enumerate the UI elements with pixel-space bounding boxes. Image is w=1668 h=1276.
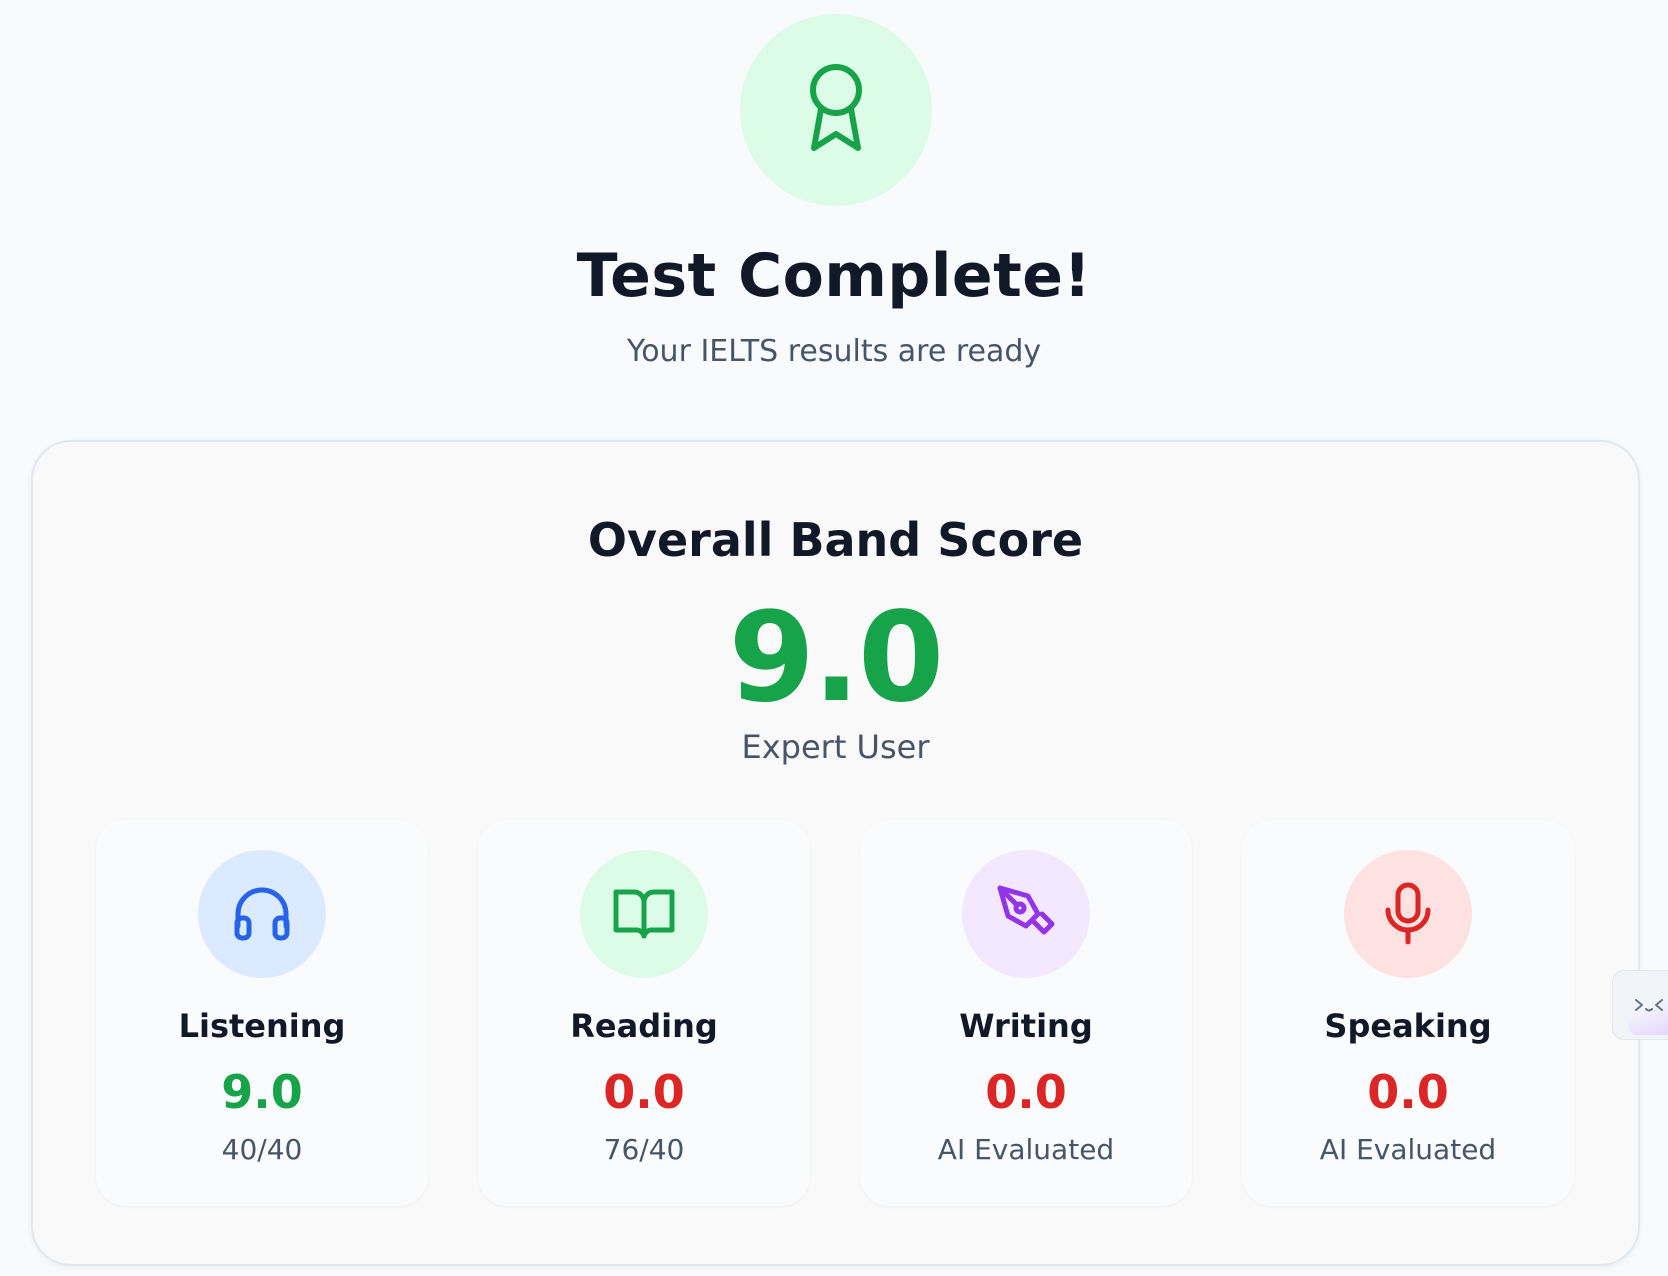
pen-tool-icon: [997, 885, 1055, 935]
results-card: Overall Band Score 9.0 Expert User Liste…: [31, 440, 1640, 1266]
side-panel-toggle[interactable]: [1612, 970, 1668, 1040]
skill-name: Listening: [178, 1007, 346, 1045]
page-subtitle: Your IELTS results are ready: [626, 334, 1042, 369]
skill-card-listening: Listening 9.0 40/40: [96, 820, 428, 1206]
skill-name: Reading: [570, 1007, 718, 1045]
overall-band-score: 9.0: [728, 586, 945, 730]
award-badge: [740, 14, 932, 206]
skill-score: 9.0: [221, 1065, 303, 1119]
skill-icon-badge: [580, 850, 708, 978]
skill-score: 0.0: [985, 1065, 1067, 1119]
side-panel-handle[interactable]: [1629, 977, 1668, 1035]
page-title: Test Complete!: [576, 241, 1092, 311]
overall-band-label: Overall Band Score: [587, 513, 1084, 567]
award-icon: [810, 64, 862, 151]
skill-card-reading: Reading 0.0 76/40: [478, 820, 810, 1206]
skill-score: 0.0: [603, 1065, 685, 1119]
skill-icon-badge: [198, 850, 326, 978]
skill-card-speaking: Speaking 0.0 AI Evaluated: [1242, 820, 1574, 1206]
overall-band-level: Expert User: [741, 728, 930, 766]
skill-score: 0.0: [1367, 1065, 1449, 1119]
code-collapse-icon: [1635, 999, 1663, 1012]
skill-icon-badge: [962, 850, 1090, 978]
skill-detail: 40/40: [221, 1133, 303, 1166]
book-open-icon: [613, 889, 675, 939]
skill-scores: Listening 9.0 40/40 Reading 0.0 76/40 Wr…: [96, 820, 1576, 1206]
skill-detail: AI Evaluated: [1319, 1133, 1497, 1166]
skill-card-writing: Writing 0.0 AI Evaluated: [860, 820, 1192, 1206]
skill-name: Speaking: [1324, 1007, 1492, 1045]
skill-icon-badge: [1344, 850, 1472, 978]
skill-detail: 76/40: [603, 1133, 685, 1166]
skill-detail: AI Evaluated: [937, 1133, 1115, 1166]
microphone-icon: [1385, 882, 1431, 945]
skill-name: Writing: [959, 1007, 1093, 1045]
headphones-icon: [234, 887, 290, 941]
